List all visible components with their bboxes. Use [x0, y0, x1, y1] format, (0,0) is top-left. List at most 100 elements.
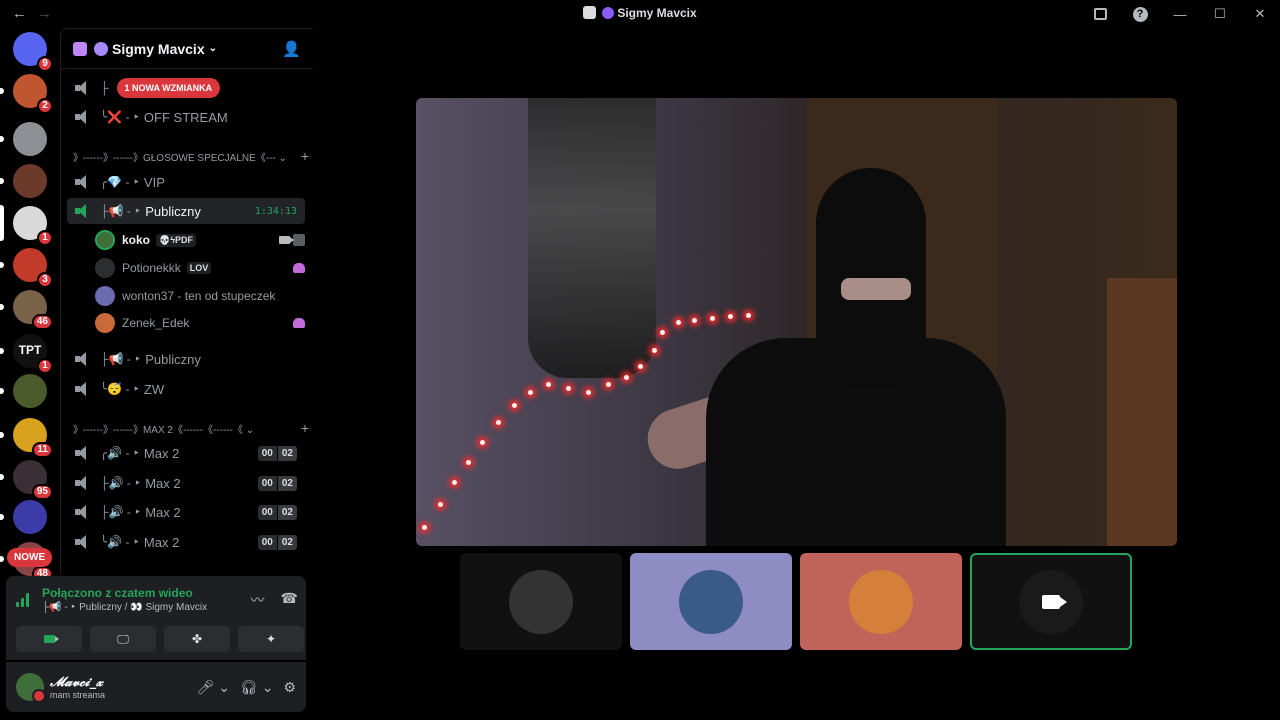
voice-status[interactable]: Połączono z czatem wideo: [42, 586, 207, 600]
voice-channel[interactable]: ╰🔊 - ‣ Max 2 00 02: [67, 529, 305, 555]
server-icon-server-10[interactable]: 11: [13, 418, 53, 458]
inbox-button[interactable]: [1080, 0, 1120, 28]
server-icon-server-6[interactable]: 3: [13, 248, 53, 288]
guild-header[interactable]: Sigmy Mavcix ⌄ 👤: [61, 29, 313, 69]
server-icon-server-3[interactable]: [13, 122, 47, 156]
create-channel-icon[interactable]: +: [301, 148, 309, 164]
server-icon-server-12[interactable]: [13, 500, 47, 534]
unread-pill: [0, 262, 4, 268]
voice-user[interactable]: Potionekkk LOV: [95, 256, 305, 280]
mention-badge: 9: [37, 56, 53, 72]
close-button[interactable]: ✕: [1240, 0, 1280, 28]
channel-category[interactable]: 》------》------》GŁOSOWE SPECJALNE《--- ⌄ +: [73, 148, 309, 164]
guild-name: Sigmy Mavcix: [112, 40, 205, 57]
channel-prefix: ╰❌ - ‣: [100, 110, 140, 124]
voice-channel-icon: [75, 352, 90, 366]
screen-share-button[interactable]: 🖵: [90, 626, 156, 652]
led-light: [710, 316, 715, 321]
soundboard-icon: ✦: [265, 632, 277, 646]
voice-user-name: Zenek_Edek: [122, 316, 190, 330]
led-light: [452, 480, 457, 485]
tile-wonton[interactable]: [630, 553, 792, 650]
led-light: [660, 330, 665, 335]
voice-channel[interactable]: ╰😴 - ‣ ZW: [67, 376, 305, 402]
avatar: [849, 569, 913, 634]
voice-channel[interactable]: ├🔊 - ‣ Max 2 00 02: [67, 470, 305, 496]
channel-prefix: ├: [100, 81, 109, 95]
led-light: [692, 318, 697, 323]
voice-channel[interactable]: ├📢 - ‣ Publiczny: [67, 346, 305, 372]
user-name[interactable]: 𝓜𝓪𝓿𝓬𝓲_𝔁: [50, 675, 105, 690]
server-icon-server-2[interactable]: 2: [13, 74, 53, 114]
server-icon-server-9[interactable]: [13, 374, 47, 408]
unread-pill: [0, 88, 4, 94]
mention-badge: 3: [37, 272, 53, 288]
voice-user[interactable]: wonton37 - ten od stupeczek: [95, 284, 305, 308]
unread-pill: [0, 205, 4, 241]
disconnect-icon[interactable]: ☎: [281, 590, 298, 610]
channel-sidebar: Sigmy Mavcix ⌄ 👤 ├ 1 NOWA WZMIANKA ╰❌ - ‣ O…: [60, 28, 313, 574]
tile-koko[interactable]: [460, 553, 622, 650]
voice-channel[interactable]: ├📢 - ‣ Publiczny 1:34:13: [67, 198, 305, 224]
headphones-icon[interactable]: 🎧︎ ⌄: [240, 679, 273, 696]
led-light: [652, 348, 657, 353]
noise-suppression-icon[interactable]: 〰: [251, 590, 265, 610]
user-guild-tag: LOV: [186, 262, 212, 274]
server-icon-server-4[interactable]: [13, 164, 47, 198]
microphone-icon[interactable]: 🎤︎ ⌄: [197, 679, 230, 696]
led-light: [586, 390, 591, 395]
minimize-button[interactable]: —: [1160, 0, 1200, 28]
voice-channel[interactable]: ├🔊 - ‣ Max 2 00 02: [67, 499, 305, 525]
channel-prefix: ├📢 - ‣: [100, 204, 142, 218]
voice-channel[interactable]: ╰❌ - ‣ OFF STREAM: [67, 104, 305, 130]
mask-icon: [602, 7, 615, 19]
led-light: [566, 386, 571, 391]
unread-pill: [0, 514, 4, 520]
mention-badge: 11: [32, 442, 53, 458]
server-icon-server-11[interactable]: 95: [13, 460, 53, 500]
tile-zenek[interactable]: [800, 553, 962, 650]
user-limit-counter: 00 02: [257, 534, 297, 550]
activities-icon: ✤: [191, 632, 203, 646]
create-channel-icon[interactable]: +: [301, 420, 309, 436]
camera-icon: [279, 236, 294, 244]
server-icon-discord-home[interactable]: 9: [13, 32, 53, 72]
server-icon-server-7[interactable]: 46: [13, 290, 53, 330]
avatar[interactable]: [16, 673, 46, 703]
voice-channel-icon: [75, 175, 90, 189]
led-light: [546, 382, 551, 387]
voice-channel[interactable]: ╭🔊 - ‣ Max 2 00 02: [67, 440, 305, 466]
mention-badge: 1: [37, 230, 53, 246]
activities-button[interactable]: ✤: [164, 626, 230, 652]
tile-self[interactable]: [970, 553, 1132, 650]
user-limit: 02: [277, 445, 297, 461]
server-icon: [583, 6, 597, 19]
voice-channel[interactable]: ╭💎 - ‣ VIP: [67, 169, 305, 195]
voice-channel-icon: [75, 476, 90, 490]
headset-icon: [293, 263, 305, 273]
voice-user[interactable]: Zenek_Edek: [95, 311, 305, 335]
new-mention-badge[interactable]: 1 NOWA WZMIANKA: [116, 78, 221, 98]
main-video-feed[interactable]: [416, 98, 1177, 546]
unread-pill: [0, 556, 4, 562]
avatar: [95, 313, 115, 333]
settings-gear-icon[interactable]: ⚙: [283, 679, 296, 696]
voice-user[interactable]: koko 💀ϟPDF: [95, 228, 305, 252]
help-button[interactable]: ?: [1120, 0, 1160, 28]
soundboard-button[interactable]: ✦: [238, 626, 304, 652]
new-servers-badge[interactable]: NOWE: [7, 548, 53, 567]
channel-prefix: ├🔊 - ‣: [100, 476, 142, 490]
server-icon-server-tpt[interactable]: TPT 1: [13, 334, 53, 374]
voice-channel[interactable]: ├ 1 NOWA WZMIANKA: [67, 75, 305, 101]
camera-button[interactable]: [16, 626, 82, 652]
voice-location[interactable]: ├📢 - ‣ Publiczny / 👀 Sigmy Mavcix: [42, 602, 207, 613]
unread-pill: [0, 304, 4, 310]
maximize-button[interactable]: ☐: [1200, 0, 1240, 28]
user-limit-counter: 00 02: [257, 445, 297, 461]
add-member-icon[interactable]: 👤: [282, 40, 301, 58]
channel-category[interactable]: 》------》------》MAX 2《------《------《 ⌄ +: [73, 420, 309, 436]
channel-name: Max 2: [143, 445, 180, 461]
chevron-down-icon: ⌄: [208, 43, 217, 54]
server-icon-server-5[interactable]: 1: [13, 206, 53, 246]
voice-connection-panel: Połączono z czatem wideo ├📢 - ‣ Publiczn…: [6, 576, 306, 660]
